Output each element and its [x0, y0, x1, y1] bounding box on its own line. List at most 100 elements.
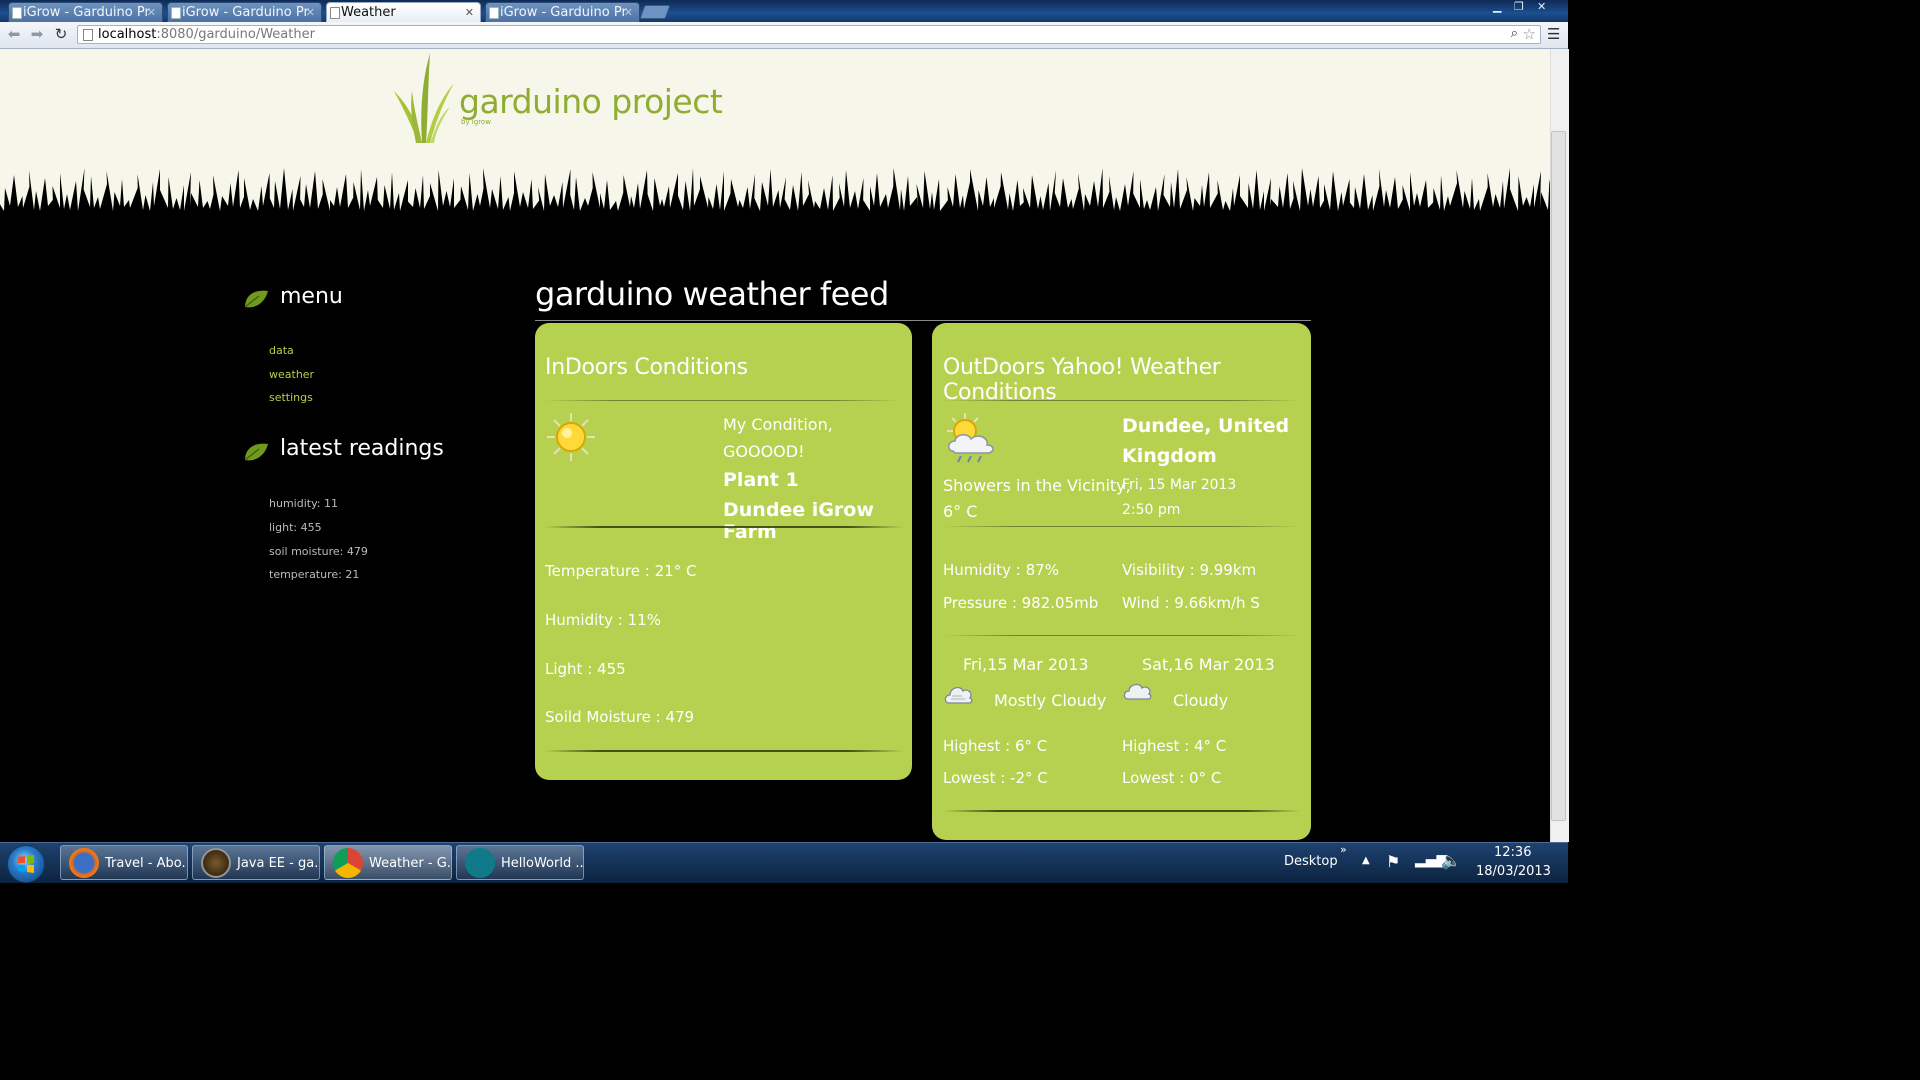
tab-title: iGrow - Garduino Pr	[500, 5, 627, 20]
tab-close-icon[interactable]: ✕	[624, 3, 633, 22]
plant-name: Plant 1	[723, 469, 799, 491]
close-window-icon[interactable]: ✕	[1537, 0, 1546, 13]
minimize-icon[interactable]: ▁	[1493, 0, 1501, 13]
browser-tab-strip: iGrow - Garduino Pr ✕ iGrow - Garduino P…	[0, 0, 1568, 22]
page-icon	[330, 7, 340, 19]
page-icon	[83, 29, 93, 41]
tab-title: iGrow - Garduino Pr	[182, 5, 309, 20]
browser-toolbar: ⬅ ➡ ↻ localhost:8080/garduino/Weather ⌕ …	[0, 22, 1568, 49]
outdoor-panel-title: OutDoors Yahoo! Weather Conditions	[943, 355, 1221, 405]
clock-date[interactable]: 18/03/2013	[1476, 864, 1551, 879]
zoom-icon[interactable]: ⌕	[1511, 26, 1518, 41]
cloud-icon	[944, 686, 973, 704]
farm-name: Dundee iGrow Farm	[723, 499, 874, 543]
grass-banner	[0, 168, 1550, 242]
tab-close-icon[interactable]: ✕	[306, 3, 315, 22]
reload-icon[interactable]: ↻	[51, 24, 71, 44]
reading-temperature: temperature: 21	[269, 568, 360, 581]
outdoor-temperature: 6° C	[943, 502, 978, 521]
forecast-high-1: Highest : 6° C	[943, 737, 1048, 755]
taskbar-arduino[interactable]: HelloWorld ...	[456, 845, 584, 880]
forecast-day-2: Sat,16 Mar 2013	[1142, 655, 1275, 674]
outdoor-humidity: Humidity : 87%	[943, 561, 1059, 579]
taskbar-label: Travel - Abo...	[105, 856, 188, 871]
chrome-icon	[333, 848, 363, 878]
taskbar-eclipse[interactable]: Java EE - ga...	[192, 845, 320, 880]
forecast-condition-2: Cloudy	[1173, 691, 1229, 710]
forward-arrow-icon[interactable]: ➡	[27, 24, 47, 44]
forecast-low-2: Lowest : 0° C	[1122, 769, 1222, 787]
cloud-icon	[1123, 683, 1152, 700]
browser-menu-icon[interactable]: ☰	[1547, 25, 1561, 43]
new-tab-button[interactable]	[639, 5, 671, 19]
firefox-icon	[69, 848, 99, 878]
indoor-panel-title: InDoors Conditions	[545, 355, 748, 380]
menu-item-weather[interactable]: weather	[269, 368, 314, 381]
divider	[545, 750, 903, 752]
taskbar-label: Weather - G...	[369, 856, 452, 871]
outdoor-condition: Showers in the Vicinity,	[943, 476, 1131, 495]
clock-time[interactable]: 12:36	[1494, 845, 1531, 860]
forecast-low-1: Lowest : -2° C	[943, 769, 1048, 787]
desktop-toolbar-label[interactable]: Desktop	[1284, 854, 1338, 869]
scrollbar-thumb[interactable]	[1551, 131, 1566, 821]
volume-icon[interactable]: 🔈	[1441, 851, 1461, 870]
forecast-high-2: Highest : 4° C	[1122, 737, 1227, 755]
site-logo-title[interactable]: garduino project	[459, 82, 723, 121]
site-logo-subtitle: by igrow	[461, 118, 491, 126]
address-bar[interactable]: localhost:8080/garduino/Weather ⌕ ☆	[77, 25, 1541, 44]
tab-close-icon[interactable]: ✕	[147, 3, 156, 22]
page-icon	[171, 7, 181, 19]
location-line-2: Kingdom	[1122, 445, 1217, 467]
url-text[interactable]: localhost:8080/garduino/Weather	[98, 26, 315, 44]
tray-expand-icon[interactable]: ▲	[1362, 855, 1370, 866]
indoor-conditions-panel: InDoors Conditions My Condition, GOOOOD!…	[535, 323, 912, 780]
bookmark-star-icon[interactable]: ☆	[1523, 25, 1536, 43]
action-center-icon[interactable]: ⚑	[1386, 852, 1400, 871]
start-button[interactable]	[7, 845, 45, 883]
forecast-day-1: Fri,15 Mar 2013	[963, 655, 1089, 674]
tab-title: Weather	[341, 5, 396, 20]
sun-cloud-rain-icon	[947, 413, 994, 463]
reading-soil-moisture: soil moisture: 479	[269, 545, 368, 558]
windows-logo-icon	[18, 855, 34, 873]
divider	[545, 400, 900, 401]
chevron-right-icon[interactable]: »	[1340, 843, 1347, 856]
taskbar-firefox[interactable]: Travel - Abo...	[60, 845, 188, 880]
indoor-humidity: Humidity : 11%	[545, 611, 661, 629]
browser-tab-2[interactable]: iGrow - Garduino Pr ✕	[167, 2, 322, 22]
browser-tab-1[interactable]: iGrow - Garduino Pr ✕	[8, 2, 163, 22]
page-icon	[489, 7, 499, 19]
taskbar-label: HelloWorld ...	[501, 856, 584, 871]
taskbar-chrome[interactable]: Weather - G...	[324, 845, 452, 880]
leaf-icon	[244, 290, 268, 308]
forecast-condition-1: Mostly Cloudy	[994, 691, 1107, 710]
outdoor-conditions-panel: OutDoors Yahoo! Weather Conditions Dunde…	[932, 323, 1311, 840]
restore-icon[interactable]: ❐	[1514, 0, 1524, 13]
page-icon	[12, 7, 22, 19]
outdoor-pressure: Pressure : 982.05mb	[943, 594, 1099, 612]
tab-title: iGrow - Garduino Pr	[23, 5, 150, 20]
reading-humidity: humidity: 11	[269, 497, 338, 510]
divider	[943, 810, 1300, 812]
reading-light: light: 455	[269, 521, 322, 534]
taskbar-label: Java EE - ga...	[237, 856, 320, 871]
menu-item-settings[interactable]: settings	[269, 391, 313, 404]
tab-close-icon[interactable]: ✕	[465, 3, 474, 22]
sun-icon	[547, 413, 595, 461]
divider	[943, 526, 1300, 527]
indoor-temperature: Temperature : 21° C	[545, 562, 697, 580]
browser-tab-3[interactable]: Weather ✕	[326, 2, 481, 22]
indoor-condition-label: My Condition,	[723, 415, 833, 434]
browser-tab-4[interactable]: iGrow - Garduino Pr ✕	[485, 2, 640, 22]
menu-item-data[interactable]: data	[269, 344, 294, 357]
web-page: garduino project by igrow menu data weat…	[0, 49, 1550, 842]
back-arrow-icon[interactable]: ⬅	[4, 24, 24, 44]
leaf-icon	[244, 443, 268, 461]
indoor-light: Light : 455	[545, 660, 626, 678]
divider	[545, 526, 903, 528]
outdoor-visibility: Visibility : 9.99km	[1122, 561, 1257, 579]
outdoor-time: 2:50 pm	[1122, 502, 1181, 518]
latest-readings-heading: latest readings	[280, 436, 444, 461]
page-title: garduino weather feed	[535, 275, 889, 313]
